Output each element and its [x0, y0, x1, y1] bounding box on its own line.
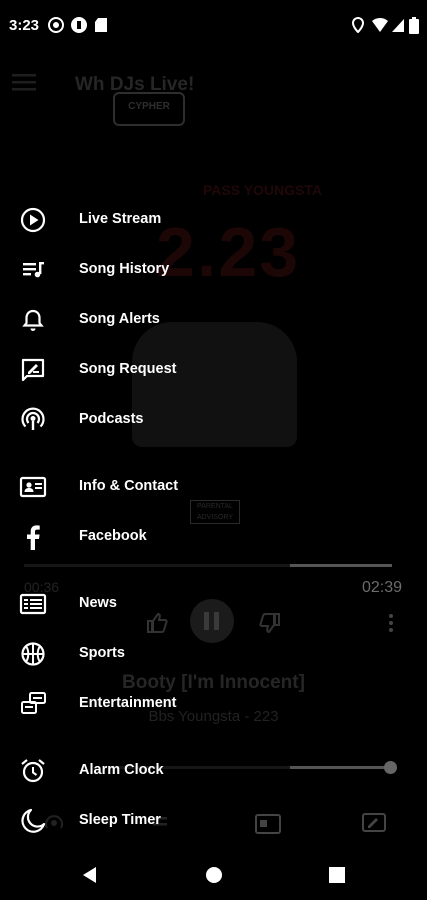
seek-bar-fill: [290, 564, 392, 567]
request-icon: [21, 358, 45, 382]
menu-item-label: Song Request: [79, 361, 177, 377]
status-bar: 3:23: [0, 0, 427, 52]
battery-icon: [409, 17, 419, 34]
menu-item-label: Live Stream: [79, 211, 162, 227]
menu-item-live-stream[interactable]: Live Stream: [0, 198, 427, 242]
menu-item-label: Sleep Timer: [79, 812, 161, 828]
hamburger-menu-icon[interactable]: [12, 72, 36, 92]
status-time: 3:23: [9, 17, 40, 34]
menu-item-podcasts[interactable]: Podcasts: [0, 398, 427, 442]
menu-item-alarm-clock[interactable]: Alarm Clock: [0, 749, 427, 793]
menu-item-label: Facebook: [79, 528, 147, 544]
home-icon[interactable]: [204, 865, 224, 885]
menu-item-label: Song History: [79, 261, 170, 277]
menu-item-entertainment[interactable]: Entertainment: [0, 682, 427, 726]
podcast-icon: [21, 407, 45, 430]
menu-item-song-request[interactable]: Song Request: [0, 348, 427, 392]
record-icon: [48, 17, 64, 33]
entertainment-icon: [21, 692, 46, 714]
play-circle-icon: [20, 207, 46, 233]
playlist-icon: [23, 262, 44, 278]
menu-item-song-history[interactable]: Song History: [0, 248, 427, 292]
contact-card-icon: [19, 476, 47, 498]
menu-item-facebook[interactable]: Facebook: [0, 515, 427, 559]
sd-card-icon: [95, 18, 107, 32]
station-logo: CYPHER: [113, 92, 185, 126]
menu-item-song-alerts[interactable]: Song Alerts: [0, 298, 427, 342]
location-icon: [351, 17, 365, 33]
menu-item-label: Alarm Clock: [79, 762, 164, 778]
system-navigation-bar: [0, 850, 427, 900]
now-playing-screen: Wh DJs Live! CYPHER PASS YOUNGSTA 2.23 P…: [0, 52, 427, 847]
back-icon[interactable]: [80, 865, 98, 885]
menu-item-label: Song Alerts: [79, 311, 160, 327]
alarm-clock-icon: [21, 759, 45, 783]
menu-item-sleep-timer[interactable]: Sleep Timer: [0, 799, 427, 843]
wifi-icon: [372, 17, 388, 32]
menu-item-info-contact[interactable]: Info & Contact: [0, 465, 427, 509]
menu-item-news[interactable]: News: [0, 582, 427, 626]
signal-icon: [392, 19, 404, 32]
moon-icon: [21, 808, 46, 833]
bell-icon: [22, 309, 44, 331]
recents-icon[interactable]: [328, 865, 346, 885]
basketball-icon: [21, 642, 45, 666]
podcast-app-icon: [71, 17, 87, 33]
menu-item-label: Info & Contact: [79, 478, 179, 494]
menu-item-label: Podcasts: [79, 411, 144, 427]
menu-item-sports[interactable]: Sports: [0, 632, 427, 676]
seek-bar[interactable]: [24, 564, 392, 567]
facebook-icon: [27, 525, 40, 550]
newspaper-icon: [19, 593, 47, 615]
menu-item-label: Sports: [79, 645, 125, 661]
menu-item-label: Entertainment: [79, 695, 177, 711]
menu-item-label: News: [79, 595, 117, 611]
